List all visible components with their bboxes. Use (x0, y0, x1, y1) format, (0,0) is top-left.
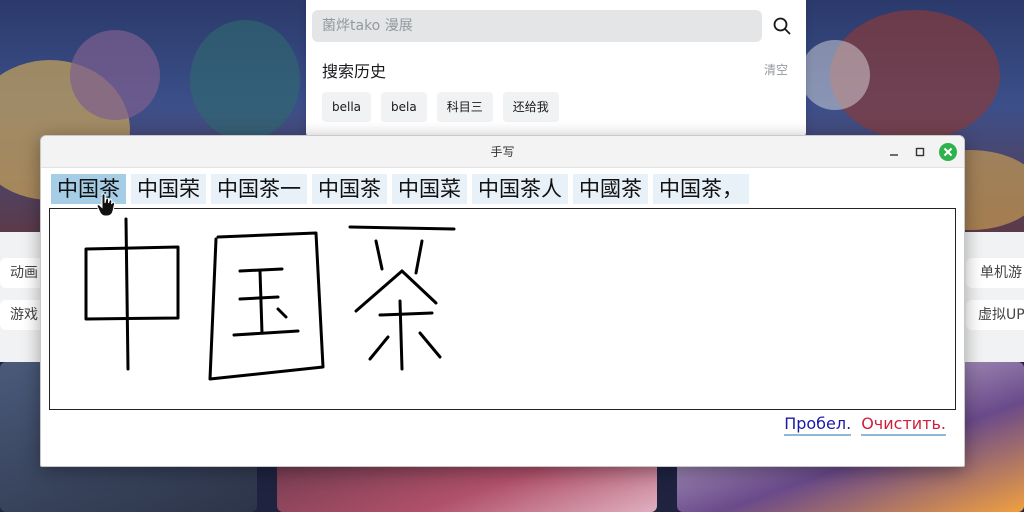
clear-canvas-button[interactable]: Очистить. (861, 414, 946, 436)
history-chip[interactable]: 科目三 (436, 92, 493, 122)
candidate-item[interactable]: 中国茶人 (472, 174, 568, 204)
minimize-button[interactable] (886, 144, 902, 160)
history-chip[interactable]: bela (381, 92, 427, 122)
clear-history-button[interactable]: 清空 (764, 61, 788, 78)
candidate-list: 中国茶 中国荣 中国茶一 中国茶 中国菜 中国茶人 中國茶 中国茶， (51, 174, 749, 204)
history-chips: bella bela 科目三 还给我 (322, 92, 559, 122)
category-pill-single-game[interactable]: 单机游 (966, 258, 1024, 288)
window-titlebar[interactable]: 手写 (41, 136, 964, 168)
handwriting-canvas[interactable] (49, 208, 956, 410)
search-input[interactable]: 菌烨tako 漫展 (312, 10, 762, 42)
search-icon (773, 17, 791, 35)
space-button[interactable]: Пробел. (784, 414, 852, 436)
search-button[interactable] (766, 10, 798, 42)
window-title: 手写 (490, 145, 515, 159)
handwritten-strokes (84, 217, 456, 381)
search-history-title: 搜索历史 (322, 62, 387, 81)
candidate-item[interactable]: 中国荣 (131, 174, 206, 204)
search-dropdown: 菌烨tako 漫展 搜索历史 清空 bella bela 科目三 还给我 (306, 0, 806, 140)
minimize-icon (890, 154, 898, 156)
close-button[interactable] (938, 142, 958, 162)
history-chip[interactable]: 还给我 (502, 92, 559, 122)
handwriting-actions: Пробел. Очистить. (784, 414, 946, 436)
candidate-item[interactable]: 中國茶 (573, 174, 648, 204)
handwriting-window: 手写 中国茶 中国荣 中国茶一 中国茶 中国菜 中国茶人 中國茶 中国茶， Пр… (40, 135, 965, 467)
maximize-icon (915, 147, 925, 157)
hand-cursor-icon (96, 193, 116, 217)
candidate-item[interactable]: 中国茶一 (211, 174, 307, 204)
close-icon (939, 143, 957, 161)
category-pill-virtual-up[interactable]: 虚拟UP (966, 300, 1024, 330)
candidate-item[interactable]: 中国菜 (392, 174, 467, 204)
candidate-item[interactable]: 中国茶， (653, 174, 749, 204)
history-chip[interactable]: bella (322, 92, 372, 122)
candidate-item[interactable]: 中国茶 (312, 174, 387, 204)
maximize-button[interactable] (912, 144, 928, 160)
